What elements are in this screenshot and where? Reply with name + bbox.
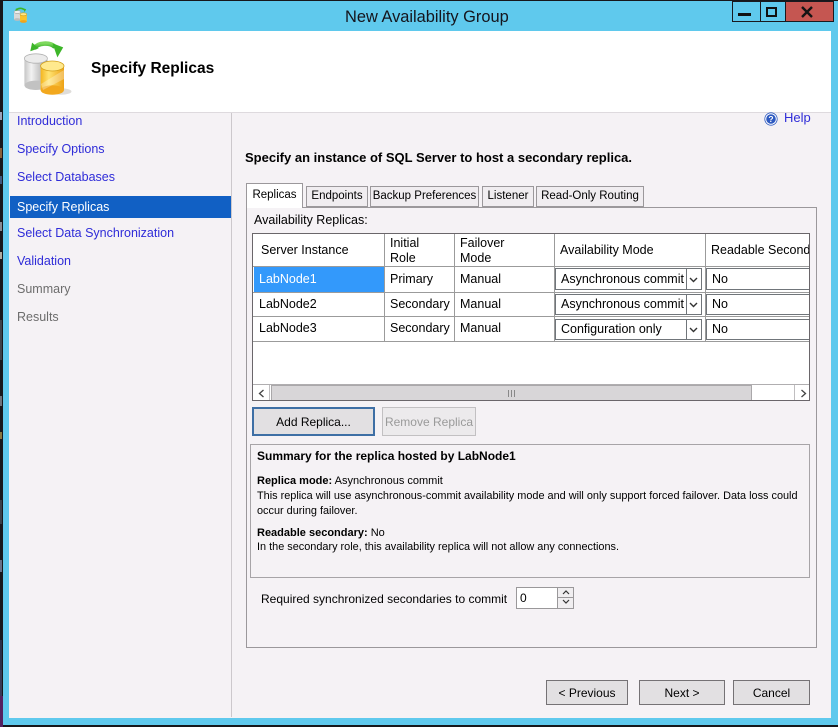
svg-text:?: ? (768, 114, 773, 124)
